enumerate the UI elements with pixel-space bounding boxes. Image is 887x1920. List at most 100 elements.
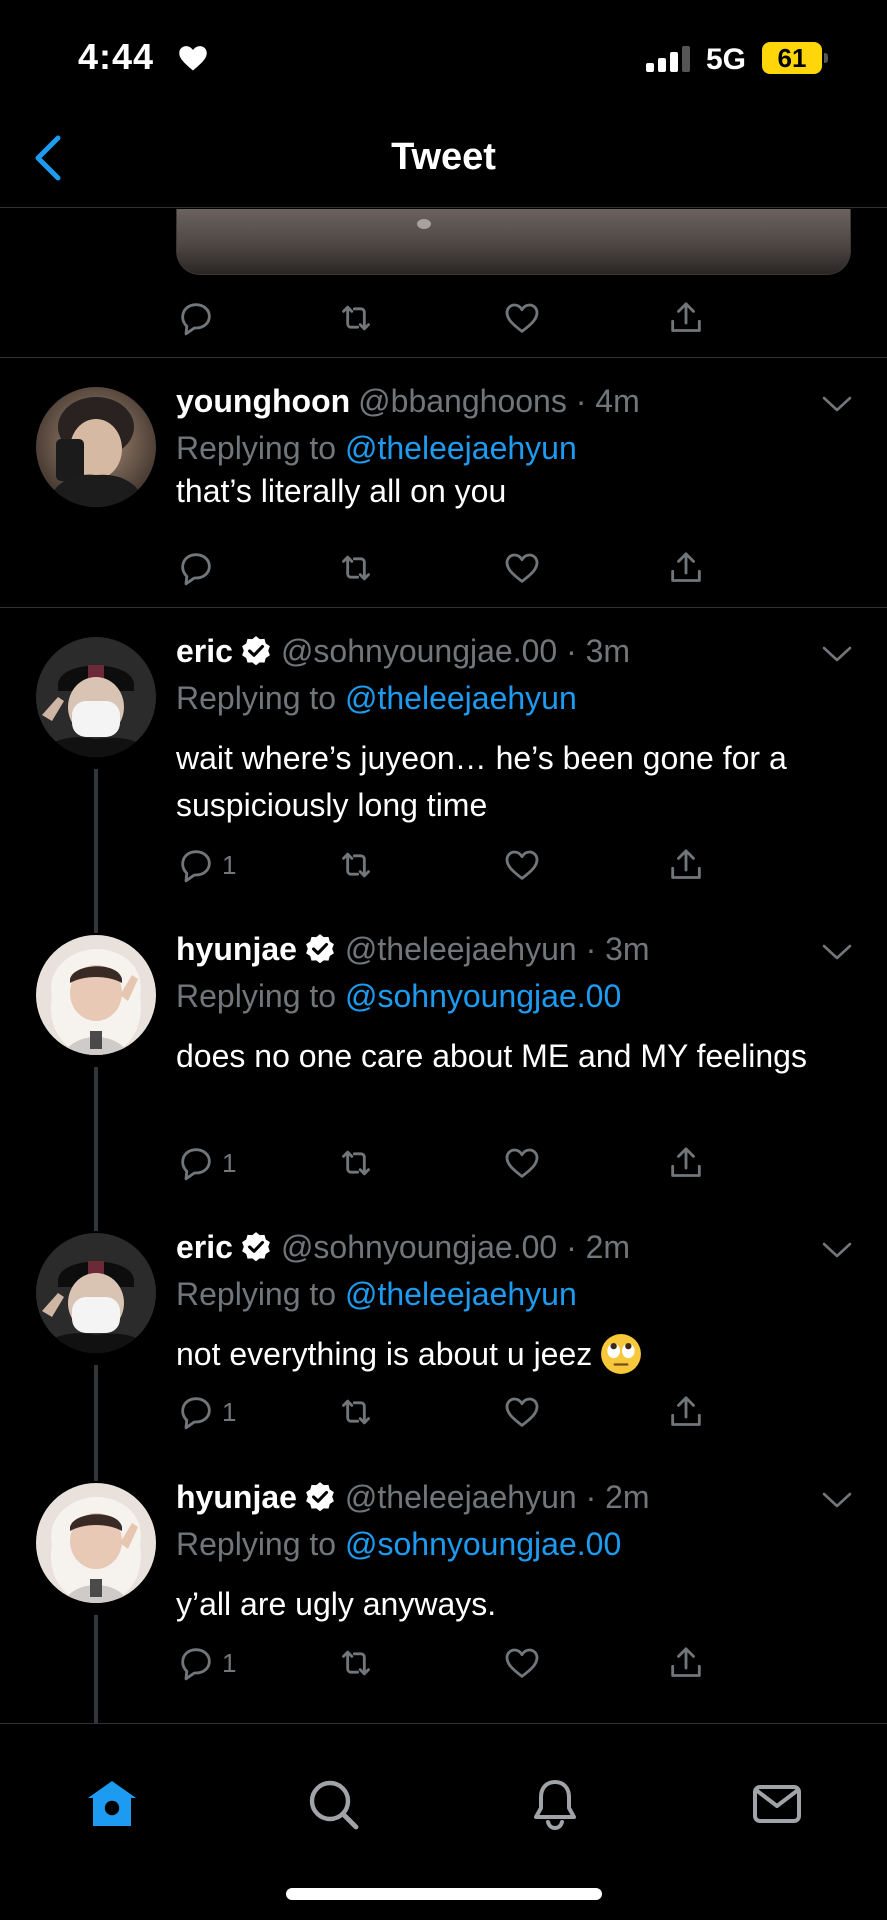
avatar[interactable] [36,1233,156,1353]
chevron-down-icon[interactable] [820,941,854,963]
display-name[interactable]: hyunjae [176,1479,297,1515]
tweet-meta: hyunjae @theleejaehyun · 3m [176,931,650,968]
chevron-down-icon[interactable] [820,393,854,415]
retweet-icon [342,1399,370,1425]
user-handle[interactable]: @theleejaehyun [345,931,577,967]
retweet-button[interactable] [336,543,376,593]
mention-link[interactable]: @sohnyoungjae.00 [345,978,621,1014]
replying-to: Replying to @theleejaehyun [176,1276,577,1313]
home-indicator[interactable] [286,1888,602,1900]
share-button[interactable] [666,840,706,890]
share-icon [671,849,701,879]
thread-line [94,769,98,907]
status-bar: 4:44 5G 61 [0,0,887,110]
mention-link[interactable]: @sohnyoungjae.00 [345,1526,621,1562]
tweet[interactable]: hyunjae @theleejaehyun · 2m Replying to @… [0,1455,887,1723]
reply-count: 1 [222,1396,237,1427]
battery-indicator: 61 [762,42,822,74]
search-icon[interactable] [305,1776,361,1832]
display-name[interactable]: hyunjae [176,931,297,967]
separator-dot: · [566,383,596,419]
thread-line [94,1205,98,1231]
avatar[interactable] [36,637,156,757]
separator-dot: · [557,633,586,669]
home-icon[interactable] [84,1776,140,1832]
tweet[interactable]: hyunjae @theleejaehyun · 3m Replying to @… [0,907,887,1205]
heart-icon [505,1648,539,1678]
reply-icon [181,303,211,336]
retweet-button[interactable] [336,840,376,890]
separator-dot: · [557,1229,586,1265]
chevron-down-icon[interactable] [820,1489,854,1511]
reply-count: 1 [222,849,237,880]
battery-nub [824,53,828,63]
like-button[interactable] [502,1638,542,1688]
retweet-icon [342,1150,370,1176]
media-highlight [417,219,431,229]
tweet-text: that’s literally all on you [176,473,507,509]
heart-status-icon [179,46,207,71]
like-button[interactable] [502,293,542,343]
retweet-button[interactable] [336,1387,376,1437]
tweet-time: 3m [585,633,631,669]
mention-link[interactable]: @theleejaehyun [345,430,577,466]
reply-button[interactable] [176,293,216,343]
mention-link[interactable]: @theleejaehyun [345,1276,577,1312]
reply-button[interactable]: 1 [176,1638,236,1688]
share-button[interactable] [666,543,706,593]
tweet-text: not everything is about u jeez [176,1331,856,1378]
chevron-down-icon[interactable] [820,1239,854,1261]
like-button[interactable] [502,1138,542,1188]
retweet-button[interactable] [336,1138,376,1188]
like-button[interactable] [502,1387,542,1437]
avatar-younghoon-image [36,387,156,507]
avatar[interactable] [36,387,156,507]
messages-icon[interactable] [749,1776,805,1832]
thread-line [94,1365,98,1455]
tweet-media-image[interactable] [176,209,851,275]
share-button[interactable] [666,1387,706,1437]
tweet[interactable]: younghoon @bbanghoons · 4m Replying to @t… [0,359,887,608]
replying-to-label: Replying to [176,680,345,716]
tweet-meta: eric @sohnyoungjae.00 · 2m [176,1229,630,1266]
tweet-actions: 1 [176,840,736,890]
tweet-meta: eric @sohnyoungjae.00 · 3m [176,633,630,670]
mention-link[interactable]: @theleejaehyun [345,680,577,716]
tweet[interactable]: eric @sohnyoungjae.00 · 2m Replying to @t… [0,1205,887,1455]
display-name[interactable]: younghoon [176,383,350,419]
divider [0,607,887,608]
user-handle[interactable]: @bbanghoons [358,383,567,419]
avatar[interactable] [36,1483,156,1603]
tweet-time: 2m [605,1479,650,1515]
notifications-icon[interactable] [527,1776,583,1832]
heart-icon [505,1148,539,1178]
retweet-button[interactable] [336,293,376,343]
like-button[interactable] [502,543,542,593]
user-handle[interactable]: @sohnyoungjae.00 [281,633,557,669]
reply-button[interactable]: 1 [176,1138,236,1188]
share-button[interactable] [666,1138,706,1188]
replying-to: Replying to @theleejaehyun [176,430,577,467]
user-handle[interactable]: @sohnyoungjae.00 [281,1229,557,1265]
avatar-hyunjae-image [36,1483,156,1603]
tweet-text: wait where’s juyeon… he’s been gone for … [176,740,787,823]
avatar[interactable] [36,935,156,1055]
share-button[interactable] [666,293,706,343]
previous-tweet[interactable] [0,209,887,358]
like-button[interactable] [502,840,542,890]
reply-button[interactable]: 1 [176,840,236,890]
reply-button[interactable]: 1 [176,1387,236,1437]
chevron-down-icon[interactable] [820,643,854,665]
share-button[interactable] [666,1638,706,1688]
tweet[interactable]: eric @sohnyoungjae.00 · 3m Replying to @t… [0,609,887,907]
reply-button[interactable] [176,543,222,593]
tweet-time: 2m [585,1229,631,1265]
user-handle[interactable]: @theleejaehyun [345,1479,577,1515]
tweet-text: y’all are ugly anyways. [176,1586,497,1622]
retweet-button[interactable] [336,1638,376,1688]
display-name[interactable]: eric [176,1229,233,1265]
status-time: 4:44 [78,36,155,77]
display-name[interactable]: eric [176,633,233,669]
tweet-meta: younghoon @bbanghoons · 4m [176,383,640,420]
network-type: 5G [706,43,747,76]
